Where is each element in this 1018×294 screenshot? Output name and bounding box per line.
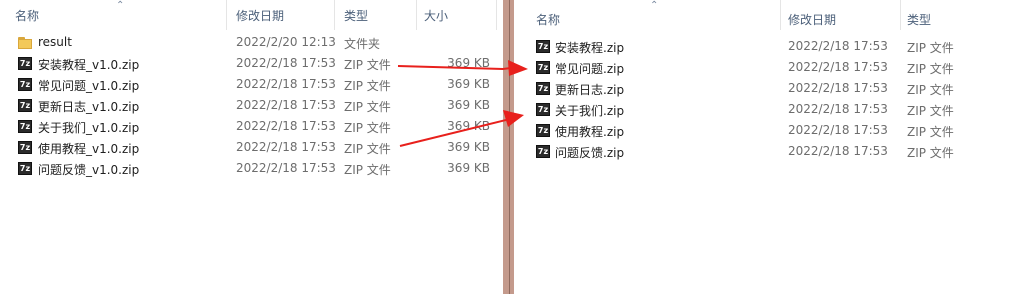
file-size: 369 KB	[447, 161, 490, 175]
file-name: 关于我们.zip	[555, 104, 625, 118]
file-row[interactable]: 7z 常见问题.zip 2022/2/18 17:53 ZIP 文件	[514, 58, 1018, 79]
file-type: ZIP 文件	[907, 104, 954, 118]
zip-icon: 7z	[18, 57, 32, 70]
file-row[interactable]: 7z 更新日志_v1.0.zip 2022/2/18 17:53 ZIP 文件 369 …	[0, 96, 503, 117]
zip-icon: 7z	[536, 124, 550, 137]
file-name: 安装教程.zip	[555, 41, 625, 55]
file-type: ZIP 文件	[907, 83, 954, 97]
column-separator[interactable]	[496, 0, 497, 30]
file-name: 问题反馈.zip	[555, 146, 625, 160]
file-modified: 2022/2/18 17:53	[236, 56, 336, 70]
file-row[interactable]: 7z 使用教程_v1.0.zip 2022/2/18 17:53 ZIP 文件 369 …	[0, 138, 503, 159]
zip-icon: 7z	[18, 141, 32, 154]
zip-icon: 7z	[536, 145, 550, 158]
file-type: ZIP 文件	[344, 163, 391, 177]
file-row[interactable]: result 2022/2/20 12:13 文件夹	[0, 33, 503, 54]
file-name: 常见问题_v1.0.zip	[38, 79, 140, 93]
file-type: ZIP 文件	[344, 121, 391, 135]
zip-icon: 7z	[18, 120, 32, 133]
file-size: 369 KB	[447, 140, 490, 154]
file-size: 369 KB	[447, 77, 490, 91]
file-name: 使用教程.zip	[555, 125, 625, 139]
file-name: 更新日志_v1.0.zip	[38, 100, 140, 114]
right-header-name[interactable]: 名称	[536, 11, 560, 28]
file-row[interactable]: 7z 常见问题_v1.0.zip 2022/2/18 17:53 ZIP 文件 369 …	[0, 75, 503, 96]
file-type: ZIP 文件	[907, 62, 954, 76]
left-header-size[interactable]: 大小	[424, 7, 448, 24]
file-modified: 2022/2/18 17:53	[788, 102, 888, 116]
file-modified: 2022/2/18 17:53	[236, 119, 336, 133]
file-modified: 2022/2/20 12:13	[236, 35, 336, 49]
file-row[interactable]: 7z 使用教程.zip 2022/2/18 17:53 ZIP 文件	[514, 121, 1018, 142]
file-modified: 2022/2/18 17:53	[236, 140, 336, 154]
zip-icon: 7z	[18, 78, 32, 91]
column-separator[interactable]	[334, 0, 335, 30]
file-type: ZIP 文件	[344, 79, 391, 93]
file-size: 369 KB	[447, 119, 490, 133]
file-modified: 2022/2/18 17:53	[788, 81, 888, 95]
zip-icon: 7z	[18, 162, 32, 175]
file-modified: 2022/2/18 17:53	[236, 77, 336, 91]
right-column-header: ⌃ 名称 修改日期 类型	[514, 0, 1018, 30]
right-header-type[interactable]: 类型	[907, 11, 931, 28]
file-modified: 2022/2/18 17:53	[788, 39, 888, 53]
file-row[interactable]: 7z 问题反馈_v1.0.zip 2022/2/18 17:53 ZIP 文件 369 …	[0, 159, 503, 180]
file-modified: 2022/2/18 17:53	[788, 60, 888, 74]
file-type: ZIP 文件	[907, 125, 954, 139]
file-row[interactable]: 7z 关于我们.zip 2022/2/18 17:53 ZIP 文件	[514, 100, 1018, 121]
file-type: 文件夹	[344, 37, 381, 51]
zip-icon: 7z	[536, 82, 550, 95]
file-name: 更新日志.zip	[555, 83, 625, 97]
left-file-list: ⌃ 名称 修改日期 类型 大小 result 2022/2/20 12:13 文件夹…	[0, 0, 503, 294]
file-type: ZIP 文件	[907, 41, 954, 55]
file-row[interactable]: 7z 问题反馈.zip 2022/2/18 17:53 ZIP 文件	[514, 142, 1018, 163]
left-column-header: ⌃ 名称 修改日期 类型 大小	[0, 0, 503, 30]
column-separator[interactable]	[780, 0, 781, 30]
file-row[interactable]: 7z 更新日志.zip 2022/2/18 17:53 ZIP 文件	[514, 79, 1018, 100]
file-name: result	[38, 35, 72, 49]
file-type: ZIP 文件	[344, 58, 391, 72]
sort-ascending-icon: ⌃	[116, 0, 125, 11]
file-name: 常见问题.zip	[555, 62, 625, 76]
file-type: ZIP 文件	[907, 146, 954, 160]
file-modified: 2022/2/18 17:53	[236, 98, 336, 112]
file-row[interactable]: 7z 关于我们_v1.0.zip 2022/2/18 17:53 ZIP 文件 369 …	[0, 117, 503, 138]
zip-icon: 7z	[536, 40, 550, 53]
sort-ascending-icon: ⌃	[650, 0, 659, 11]
column-separator[interactable]	[226, 0, 227, 30]
file-row[interactable]: 7z 安装教程_v1.0.zip 2022/2/18 17:53 ZIP 文件 369 …	[0, 54, 503, 75]
left-header-name[interactable]: 名称	[15, 7, 39, 24]
right-header-modified[interactable]: 修改日期	[788, 11, 836, 28]
file-type: ZIP 文件	[344, 142, 391, 156]
file-size: 369 KB	[447, 56, 490, 70]
left-header-type[interactable]: 类型	[344, 7, 368, 24]
left-header-modified[interactable]: 修改日期	[236, 7, 284, 24]
file-name: 安装教程_v1.0.zip	[38, 58, 140, 72]
file-modified: 2022/2/18 17:53	[788, 123, 888, 137]
pane-divider-line	[509, 0, 510, 294]
folder-icon	[18, 36, 32, 50]
file-name: 问题反馈_v1.0.zip	[38, 163, 140, 177]
file-modified: 2022/2/18 17:53	[788, 144, 888, 158]
column-separator[interactable]	[900, 0, 901, 30]
file-type: ZIP 文件	[344, 100, 391, 114]
column-separator[interactable]	[416, 0, 417, 30]
file-row[interactable]: 7z 安装教程.zip 2022/2/18 17:53 ZIP 文件	[514, 37, 1018, 58]
right-file-list: ⌃ 名称 修改日期 类型 7z 安装教程.zip 2022/2/18 17:53 ZI…	[514, 0, 1018, 294]
zip-icon: 7z	[536, 61, 550, 74]
zip-icon: 7z	[18, 99, 32, 112]
file-name: 关于我们_v1.0.zip	[38, 121, 140, 135]
file-name: 使用教程_v1.0.zip	[38, 142, 140, 156]
file-modified: 2022/2/18 17:53	[236, 161, 336, 175]
zip-icon: 7z	[536, 103, 550, 116]
file-size: 369 KB	[447, 98, 490, 112]
